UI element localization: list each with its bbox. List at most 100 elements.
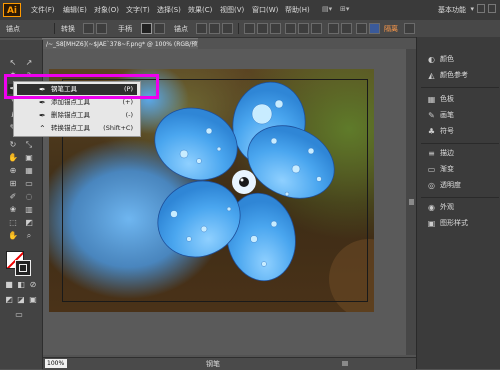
color-mode-icon[interactable]: ■ [4, 280, 14, 290]
symbol-sprayer-tool-icon[interactable]: ❀ [8, 205, 18, 215]
distribute-icon[interactable] [328, 23, 339, 34]
isolate-icon[interactable] [369, 23, 380, 34]
panel-brushes[interactable]: ✎ 画笔 [427, 109, 454, 121]
eyedropper-tool-icon[interactable]: ✐ [8, 192, 18, 202]
highlight-box [4, 74, 159, 99]
free-transform-tool-icon[interactable]: ▣ [24, 153, 34, 163]
distribute-icon[interactable] [341, 23, 352, 34]
control-bar: 锚点 转换 手柄 锚点 隔离 [0, 20, 500, 38]
scroll-thumb[interactable] [409, 199, 414, 205]
flyout-item-delete-anchor[interactable]: ✒ 删除锚点工具 (-) [17, 110, 137, 121]
panel-transparency[interactable]: ◎ 透明度 [427, 179, 461, 191]
panel-swatches[interactable]: ▦ 色板 [427, 93, 454, 105]
zoom-field[interactable]: 100% [45, 359, 67, 368]
menu-file[interactable]: 文件(F) [31, 5, 55, 15]
vertical-scrollbar[interactable] [406, 49, 416, 355]
app-logo: Ai [3, 3, 21, 17]
warp-tool-icon[interactable]: ✋ [8, 153, 18, 163]
arrange-docs-icon[interactable]: ⊞▾ [340, 5, 349, 13]
flyout-item-shortcut: (-) [125, 111, 133, 119]
menu-object[interactable]: 对象(O) [94, 5, 119, 15]
panel-color[interactable]: ◐ 颜色 [427, 53, 454, 65]
connect-icon[interactable] [209, 23, 220, 34]
align-icon[interactable] [270, 23, 281, 34]
gradient-tool-icon[interactable]: ▭ [24, 179, 34, 189]
align-icon[interactable] [257, 23, 268, 34]
panel-label: 图形样式 [440, 219, 468, 227]
scroll-thumb[interactable] [342, 361, 348, 366]
panel-label: 颜色参考 [440, 71, 468, 79]
screen-mode-icon[interactable]: ▭ [14, 310, 24, 320]
menu-edit[interactable]: 编辑(E) [63, 5, 87, 15]
close-icon[interactable] [488, 4, 496, 13]
convert-anchor-icon: ⌃ [39, 124, 46, 133]
bridge-icon[interactable]: ▤▾ [322, 5, 332, 13]
convert-label: 转换 [61, 25, 75, 33]
panel-gradient[interactable]: ▭ 渐变 [427, 163, 454, 175]
zoom-tool-icon[interactable]: ⌕ [24, 231, 34, 241]
slice-tool-icon[interactable]: ◩ [24, 218, 34, 228]
direct-selection-tool-icon[interactable]: ↗ [24, 58, 34, 68]
artboard-tool-icon[interactable]: ⬚ [8, 218, 18, 228]
swatches-icon: ▦ [427, 94, 436, 104]
panel-menu-icon[interactable] [404, 23, 415, 34]
scale-tool-icon[interactable]: ⤡ [24, 140, 34, 150]
hide-handles-icon[interactable] [154, 23, 165, 34]
hand-tool-icon[interactable]: ✋ [8, 231, 18, 241]
panel-label: 符号 [440, 127, 454, 135]
transform-icon[interactable] [356, 23, 367, 34]
isolate-label[interactable]: 隔离 [384, 24, 398, 34]
none-mode-icon[interactable]: ⊘ [28, 280, 38, 290]
draw-inside-icon[interactable]: ▣ [28, 295, 38, 305]
rotate-tool-icon[interactable]: ↻ [8, 140, 18, 150]
panel-label: 外观 [440, 203, 454, 211]
draw-behind-icon[interactable]: ◪ [16, 295, 26, 305]
panel-label: 描边 [440, 149, 454, 157]
menu-type[interactable]: 文字(T) [126, 5, 150, 15]
panel-symbols[interactable]: ♣ 符号 [427, 125, 454, 137]
divider [421, 143, 499, 144]
menu-view[interactable]: 视图(V) [220, 5, 244, 15]
color-guide-icon: ◭ [428, 70, 435, 80]
menu-help[interactable]: 帮助(H) [285, 5, 310, 15]
convert-smooth-icon[interactable] [96, 23, 107, 34]
minimize-icon[interactable] [477, 4, 485, 13]
transparency-icon: ◎ [428, 180, 435, 190]
menu-window[interactable]: 窗口(W) [252, 5, 278, 15]
remove-anchor-icon[interactable] [196, 23, 207, 34]
panel-stroke[interactable]: ≡ 描边 [427, 147, 454, 159]
convert-corner-icon[interactable] [83, 23, 94, 34]
divider [54, 23, 55, 34]
panel-graphic-styles[interactable]: ▣ 图形样式 [427, 217, 468, 229]
mesh-tool-icon[interactable]: ⊞ [8, 179, 18, 189]
panel-color-guide[interactable]: ◭ 颜色参考 [427, 69, 468, 81]
chevron-down-icon[interactable]: ▾ [470, 5, 474, 13]
blend-tool-icon[interactable]: ◌ [24, 192, 34, 202]
workspace-switcher[interactable]: 基本功能 [438, 5, 466, 15]
selection-tool-icon[interactable]: ↖ [8, 58, 18, 68]
handle-label: 手柄 [118, 25, 132, 33]
show-handles-icon[interactable] [141, 23, 152, 34]
column-graph-tool-icon[interactable]: ▥ [24, 205, 34, 215]
align-icon[interactable] [285, 23, 296, 34]
panel-appearance[interactable]: ◉ 外观 [427, 201, 454, 213]
flyout-item-convert-anchor[interactable]: ⌃ 转换锚点工具 (Shift+C) [17, 123, 137, 134]
align-icon[interactable] [244, 23, 255, 34]
draw-normal-icon[interactable]: ◩ [4, 295, 14, 305]
horizontal-scrollbar[interactable] [42, 357, 416, 370]
cut-path-icon[interactable] [222, 23, 233, 34]
delete-anchor-icon: ✒ [39, 111, 46, 120]
align-icon[interactable] [311, 23, 322, 34]
divider [421, 87, 499, 88]
shape-builder-tool-icon[interactable]: ⊕ [8, 166, 18, 176]
align-icon[interactable] [298, 23, 309, 34]
stroke-inner [19, 264, 27, 272]
flyout-item-label: 转换锚点工具 [51, 124, 90, 132]
document-tab[interactable]: /~_S8[MHZ6](~$JAE`378~F.png* @ 100% (RGB… [42, 38, 198, 49]
menu-select[interactable]: 选择(S) [157, 5, 181, 15]
stroke-swatch[interactable] [15, 260, 31, 276]
menu-effect[interactable]: 效果(C) [188, 5, 212, 15]
anchor-label: 锚点 [6, 25, 20, 33]
gradient-mode-icon[interactable]: ◧ [16, 280, 26, 290]
perspective-grid-tool-icon[interactable]: ▦ [24, 166, 34, 176]
